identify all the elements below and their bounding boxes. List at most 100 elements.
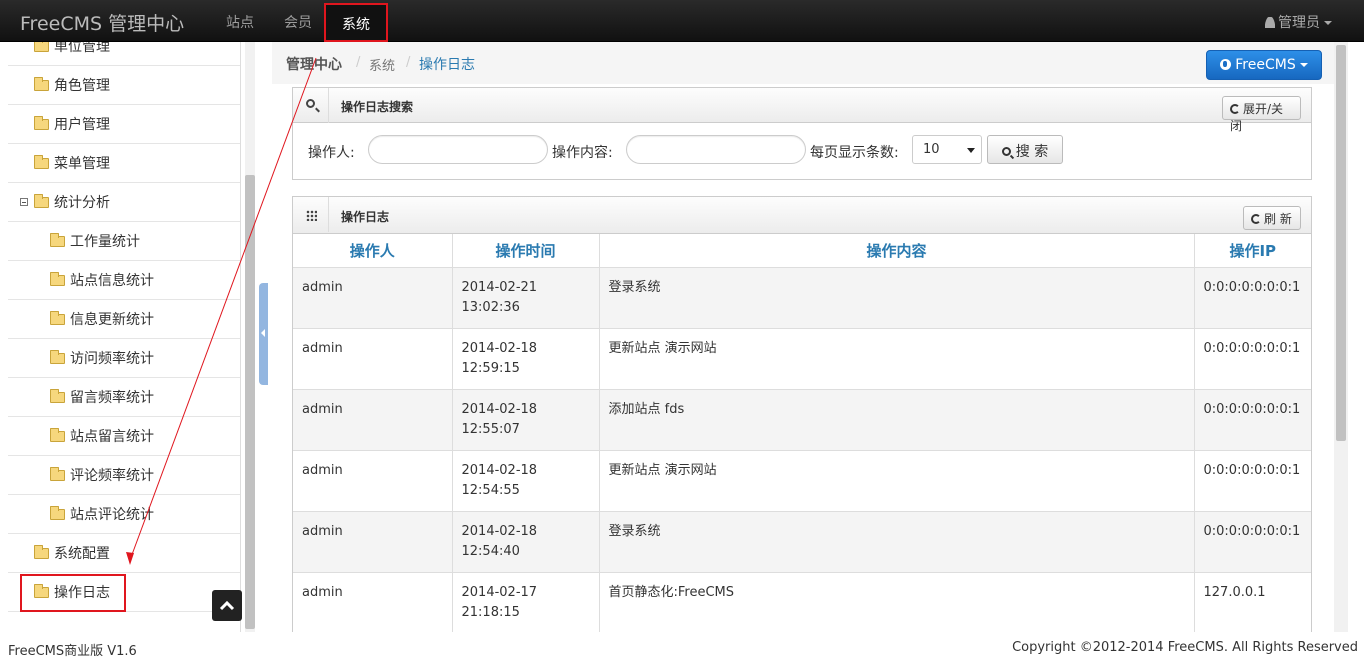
sidebar-item[interactable]: 角色管理 <box>8 66 240 105</box>
cell-time-date: 2014-02-18 <box>461 523 538 539</box>
cell-content: 首页静态化:FreeCMS <box>599 572 1195 634</box>
sidebar-item[interactable]: 留言频率统计 <box>8 378 240 417</box>
sidebar-collapse-toggle[interactable] <box>259 283 268 385</box>
cell-ip: 0:0:0:0:0:0:0:1 <box>1194 511 1311 573</box>
search-button-label: 搜 索 <box>1015 144 1049 160</box>
breadcrumb-root[interactable]: 管理中心 <box>286 54 342 74</box>
cell-time-time: 12:54:40 <box>461 543 520 559</box>
content-input[interactable] <box>626 135 806 164</box>
sidebar-item[interactable]: 站点留言统计 <box>8 417 240 456</box>
highlight-box-operation-log <box>20 574 126 612</box>
folder-icon <box>50 505 65 520</box>
footer: FreeCMS商业版 V1.6 Copyright ©2012-2014 Fre… <box>0 632 1364 668</box>
sidebar-item[interactable]: 统计分析 <box>8 183 240 222</box>
sidebar-item[interactable]: 单位管理 <box>8 42 240 66</box>
toggle-search-button[interactable]: 展开/关闭 <box>1222 96 1301 133</box>
content-label: 操作内容: <box>552 145 613 161</box>
cell-operator: admin <box>293 267 453 329</box>
cell-operator: admin <box>293 328 453 390</box>
cell-time: 2014-02-18 12:54:55 <box>452 450 600 512</box>
search-button[interactable]: 搜 索 <box>987 135 1063 164</box>
sidebar-scrollbar-thumb[interactable] <box>245 175 255 629</box>
search-panel-icon-box <box>293 88 329 123</box>
table-row: admin 2014-02-18 12:54:40 登录系统 0:0:0:0:0:0:0… <box>293 511 1311 573</box>
sidebar-item[interactable]: 访问频率统计 <box>8 339 240 378</box>
cell-operator-user: admin <box>302 584 343 600</box>
search-form: 操作人: 操作内容: 每页显示条数: 10 搜 索 <box>293 123 1311 179</box>
folder-icon <box>34 544 49 559</box>
cell-time-time: 12:54:55 <box>461 482 520 498</box>
table-row: admin 2014-02-18 12:59:15 更新站点 演示网站 0:0:0:0:… <box>293 328 1311 390</box>
refresh-icon <box>1251 214 1261 224</box>
refresh-button[interactable]: 刷 新 <box>1243 206 1301 230</box>
page-size-select[interactable]: 10 <box>912 135 982 164</box>
cell-ip: 0:0:0:0:0:0:0:1 <box>1194 328 1311 390</box>
folder-icon <box>50 349 65 364</box>
sidebar-item-label: 统计分析 <box>54 195 110 211</box>
operator-input[interactable] <box>368 135 548 164</box>
collapse-icon[interactable] <box>20 198 28 206</box>
cell-content-content: 登录系统 <box>608 279 661 295</box>
app-brand[interactable]: FreeCMS 管理中心 <box>20 9 184 36</box>
cell-operator: admin <box>293 389 453 451</box>
cell-operator-user: admin <box>302 401 343 417</box>
sidebar-item-label: 留言频率统计 <box>70 390 154 406</box>
grid-icon <box>306 210 317 221</box>
table-row: admin 2014-02-17 21:18:15 首页静态化:FreeCMS 127.… <box>293 572 1311 634</box>
folder-icon <box>34 193 49 208</box>
nav-item-system[interactable]: 系统 <box>324 3 388 42</box>
folder-icon <box>50 271 65 286</box>
sidebar-item-label: 单位管理 <box>54 42 110 55</box>
cell-time-time: 12:55:07 <box>461 421 520 437</box>
nav-item-member[interactable]: 会员 <box>284 12 312 32</box>
scroll-to-top-button[interactable] <box>212 590 242 621</box>
cell-ip-ip: 0:0:0:0:0:0:0:1 <box>1203 462 1301 478</box>
sidebar-item-label: 站点留言统计 <box>70 429 154 445</box>
page-scrollbar-thumb[interactable] <box>1336 45 1346 441</box>
cell-ip-ip: 0:0:0:0:0:0:0:1 <box>1203 279 1301 295</box>
col-header-time[interactable]: 操作时间 <box>452 234 600 268</box>
nav-item-site[interactable]: 站点 <box>226 12 254 32</box>
folder-icon <box>50 310 65 325</box>
sidebar-item[interactable]: 站点评论统计 <box>8 495 240 534</box>
col-header-ip[interactable]: 操作IP <box>1194 234 1311 268</box>
sidebar-item[interactable]: 系统配置 <box>8 534 240 573</box>
cell-content: 登录系统 <box>599 511 1195 573</box>
user-menu[interactable]: 管理员 <box>1265 12 1332 32</box>
breadcrumb: 管理中心 / 系统 / 操作日志 <box>272 42 1334 84</box>
col-header-content[interactable]: 操作内容 <box>599 234 1195 268</box>
refresh-label: 刷 新 <box>1264 212 1292 226</box>
cell-ip: 0:0:0:0:0:0:0:1 <box>1194 389 1311 451</box>
cell-content-content: 添加站点 fds <box>608 401 685 417</box>
sidebar-item[interactable]: 用户管理 <box>8 105 240 144</box>
sidebar-item[interactable]: 工作量统计 <box>8 222 240 261</box>
search-panel-header: 操作日志搜索 展开/关闭 <box>293 88 1311 133</box>
sidebar-item[interactable]: 评论频率统计 <box>8 456 240 495</box>
sidebar-item-label: 用户管理 <box>54 117 110 133</box>
site-switch-button[interactable]: FreeCMS <box>1206 50 1322 80</box>
col-header-operator[interactable]: 操作人 <box>293 234 453 268</box>
user-name: 管理员 <box>1278 15 1320 31</box>
cell-time-date: 2014-02-21 <box>461 279 538 295</box>
cell-time-date: 2014-02-18 <box>461 340 538 356</box>
log-panel-title: 操作日志 <box>341 210 390 224</box>
sidebar-item[interactable]: 站点信息统计 <box>8 261 240 300</box>
cell-time-date: 2014-02-18 <box>461 401 538 417</box>
cell-ip-ip: 127.0.0.1 <box>1203 584 1266 600</box>
sidebar-item[interactable]: 菜单管理 <box>8 144 240 183</box>
cell-ip-ip: 0:0:0:0:0:0:0:1 <box>1203 401 1301 417</box>
user-icon <box>1265 17 1275 28</box>
cell-content-content: 更新站点 演示网站 <box>608 340 717 356</box>
log-panel-header: 操作日志 刷 新 <box>293 197 1311 234</box>
chevron-up-icon <box>219 600 235 611</box>
sidebar-item[interactable]: 信息更新统计 <box>8 300 240 339</box>
cell-ip: 0:0:0:0:0:0:0:1 <box>1194 450 1311 512</box>
cell-time: 2014-02-17 21:18:15 <box>452 572 600 634</box>
cell-operator: admin <box>293 511 453 573</box>
sidebar-item-label: 系统配置 <box>54 546 110 562</box>
caret-down-icon <box>1299 63 1308 67</box>
footer-copyright: Copyright ©2012-2014 FreeCMS. All Rights… <box>1012 640 1358 655</box>
breadcrumb-middle[interactable]: 系统 <box>369 55 395 74</box>
folder-icon <box>50 388 65 403</box>
cell-ip-ip: 0:0:0:0:0:0:0:1 <box>1203 523 1301 539</box>
